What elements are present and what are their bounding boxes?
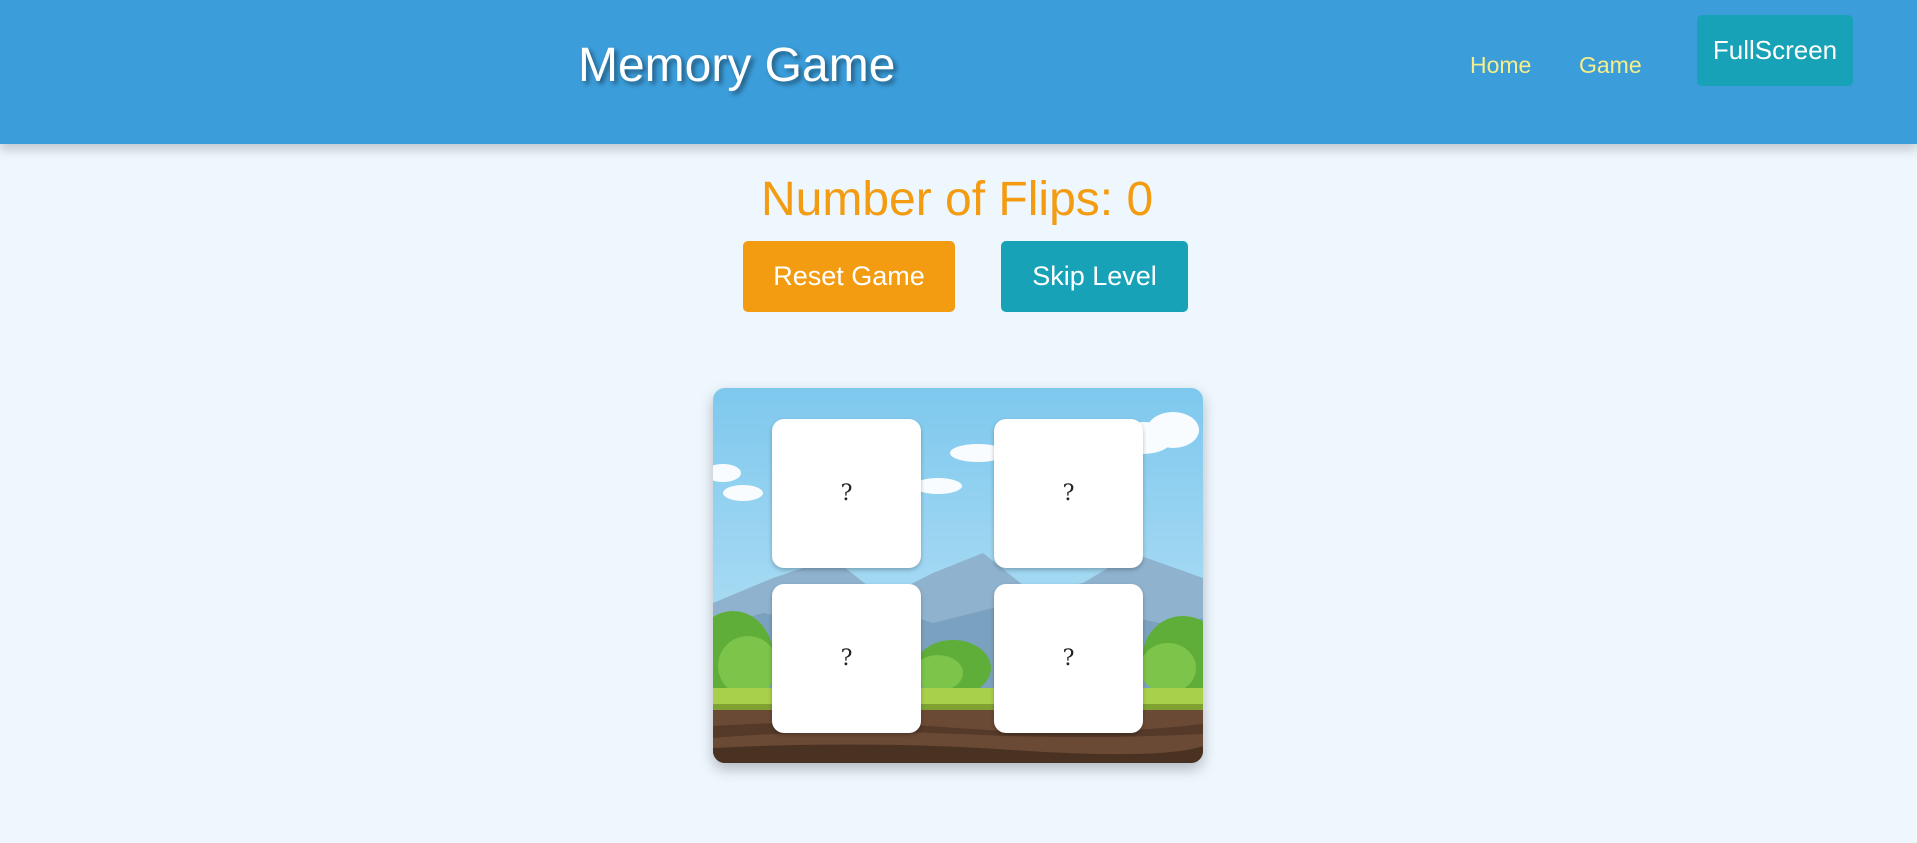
memory-card[interactable]: ?: [994, 419, 1143, 568]
memory-card[interactable]: ?: [772, 419, 921, 568]
memory-card[interactable]: ?: [772, 584, 921, 733]
nav-link-game[interactable]: Game: [1579, 52, 1642, 79]
app-header: Memory Game Home Game FullScreen: [0, 0, 1917, 144]
fullscreen-button[interactable]: FullScreen: [1697, 15, 1853, 86]
game-board: ? ? ? ?: [713, 388, 1203, 763]
page-title: Memory Game: [578, 39, 896, 92]
nav-link-home[interactable]: Home: [1470, 52, 1531, 79]
skip-level-button[interactable]: Skip Level: [1001, 241, 1188, 312]
reset-game-button[interactable]: Reset Game: [743, 241, 955, 312]
flips-counter: Number of Flips: 0: [761, 173, 1154, 226]
memory-card[interactable]: ?: [994, 584, 1143, 733]
